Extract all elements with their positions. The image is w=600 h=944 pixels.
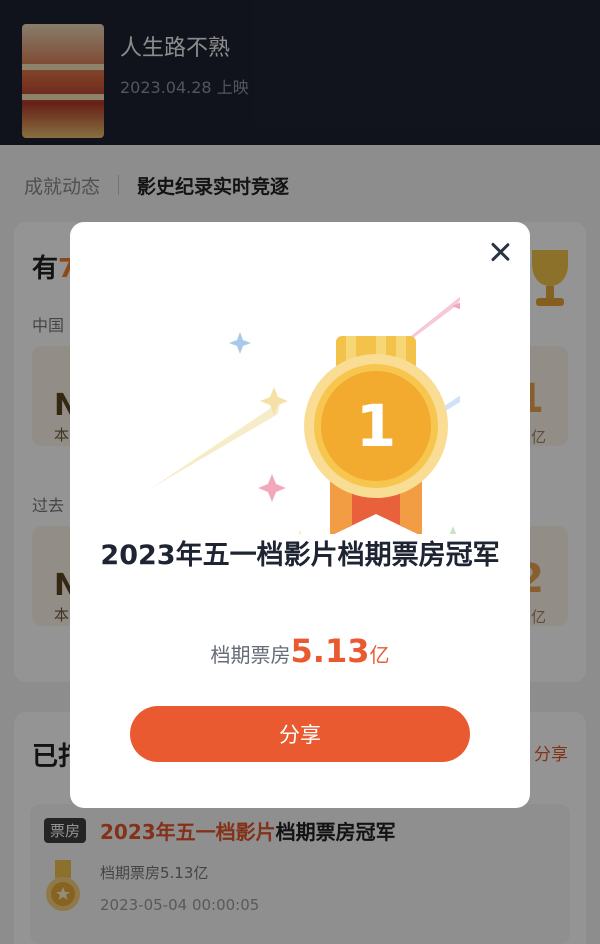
box-office-unit: 亿 bbox=[369, 643, 390, 667]
modal-box-office: 档期票房5.13亿 bbox=[70, 632, 530, 670]
achievement-modal: 1 2023年五一档影片档期票房冠军 档期票房5.13亿 分享 bbox=[70, 222, 530, 808]
close-icon[interactable] bbox=[484, 236, 516, 268]
box-office-value: 5.13 bbox=[290, 632, 370, 670]
box-office-label: 档期票房 bbox=[210, 643, 291, 667]
share-button[interactable]: 分享 bbox=[130, 706, 470, 762]
gold-medal-icon: 1 bbox=[150, 296, 460, 534]
modal-title: 2023年五一档影片档期票房冠军 bbox=[100, 540, 500, 571]
medal-number: 1 bbox=[356, 392, 396, 460]
